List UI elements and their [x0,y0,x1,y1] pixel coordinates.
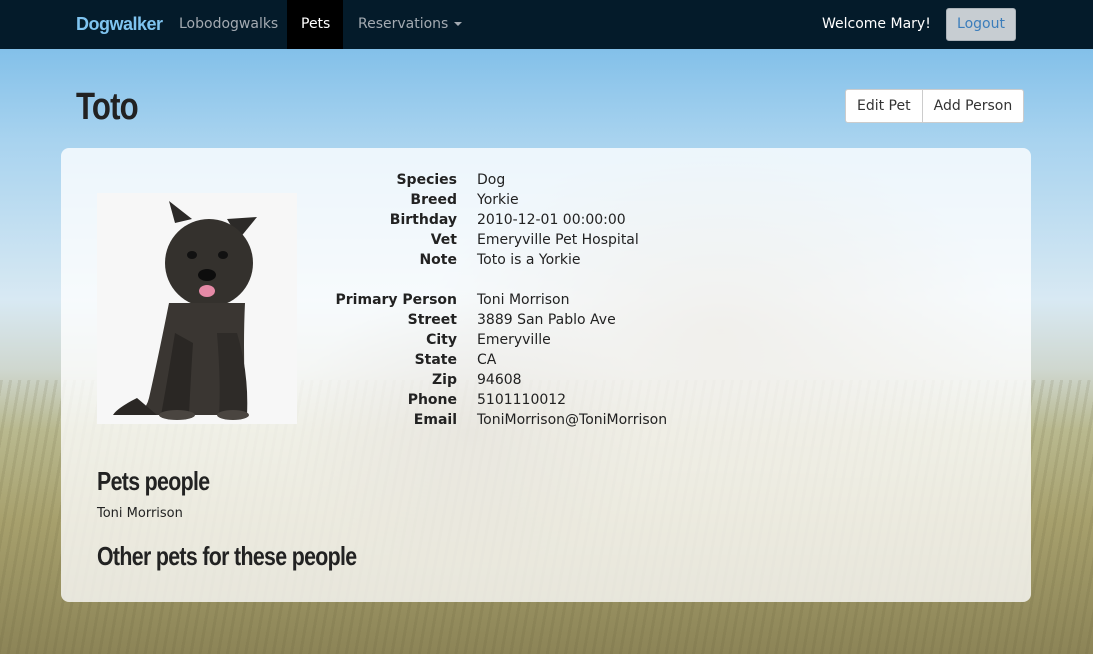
field-label: Breed [410,192,457,208]
detail-row-phone: Phone 5101110012 [291,390,791,410]
nav-item-label: Reservations [358,16,449,32]
field-value: ToniMorrison@ToniMorrison [477,412,668,428]
welcome-text: Welcome Mary! [822,16,931,32]
nav-item-pets[interactable]: Pets [287,0,343,49]
caret-down-icon [454,22,463,26]
field-value: Yorkie [477,192,519,208]
field-label: Primary Person [335,292,457,308]
field-value: Dog [477,172,506,188]
detail-row-species: Species Dog [291,170,791,190]
field-value: 2010-12-01 00:00:00 [477,212,626,228]
field-label: Email [413,412,457,428]
detail-row-state: State CA [291,350,791,370]
nav-item-label: Pets [301,16,331,32]
field-value: 94608 [477,372,522,388]
field-label: Species [396,172,457,188]
pet-detail-panel: Species Dog Breed Yorkie Birthday 2010-12-0… [61,148,1031,602]
detail-row-email: Email ToniMorrison@ToniMorrison [291,410,791,430]
detail-row-birthday: Birthday 2010-12-01 00:00:00 [291,210,791,230]
field-label: Vet [430,232,457,248]
detail-row-zip: Zip 94608 [291,370,791,390]
detail-row-breed: Breed Yorkie [291,190,791,210]
detail-row-street: Street 3889 San Pablo Ave [291,310,791,330]
pets-people-item: Toni Morrison [97,506,183,521]
field-value: 5101110012 [477,392,567,408]
logout-button[interactable]: Logout [946,8,1016,41]
nav-item-lobodogwalks[interactable]: Lobodogwalks [165,0,292,49]
pet-photo [97,193,297,424]
field-label: City [426,332,457,348]
field-label: State [414,352,457,368]
pets-people-heading: Pets people [97,466,210,496]
field-label: Phone [407,392,457,408]
field-label: Note [419,252,457,268]
other-pets-heading: Other pets for these people [97,541,357,571]
field-value: Emeryville [477,332,551,348]
navbar: Dogwalker Lobodogwalks Pets Reservations… [0,0,1093,49]
action-button-group: Edit Pet Add Person [845,89,1025,123]
field-label: Zip [432,372,457,388]
page-title: Toto [76,86,139,128]
add-person-button[interactable]: Add Person [922,89,1025,123]
detail-row-primary-person: Primary Person Toni Morrison [291,290,791,310]
nav-item-label: Lobodogwalks [179,16,279,32]
nav-item-reservations[interactable]: Reservations [344,0,476,49]
field-label: Street [407,312,457,328]
field-value: Toni Morrison [477,292,570,308]
detail-row-note: Note Toto is a Yorkie [291,250,791,270]
field-value: 3889 San Pablo Ave [477,312,616,328]
detail-row-city: City Emeryville [291,330,791,350]
dog-image-icon [113,201,257,420]
edit-pet-button[interactable]: Edit Pet [845,89,923,123]
detail-row-vet: Vet Emeryville Pet Hospital [291,230,791,250]
field-value: CA [477,352,497,368]
field-value: Toto is a Yorkie [477,252,581,268]
field-value: Emeryville Pet Hospital [477,232,639,248]
brand-link[interactable]: Dogwalker [76,14,163,35]
field-label: Birthday [389,212,457,228]
pet-details: Species Dog Breed Yorkie Birthday 2010-12-0… [291,170,791,430]
